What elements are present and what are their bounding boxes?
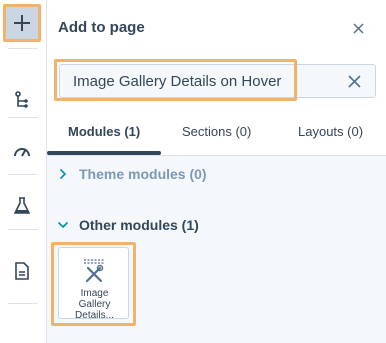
page-icon (15, 262, 29, 280)
add-to-page-panel: Add to page Modules (1) Sections (0) Lay… (47, 0, 386, 343)
tab-bar: Modules (1) Sections (0) Layouts (0) (47, 113, 386, 156)
left-rail (0, 0, 47, 343)
module-card-highlight (51, 242, 136, 326)
rail-divider (8, 48, 38, 49)
panel-title: Add to page (58, 19, 145, 36)
rail-divider (8, 174, 38, 175)
chevron-down-icon (57, 219, 69, 231)
search-highlight (54, 59, 297, 101)
group-label: Theme modules (0) (79, 166, 207, 182)
close-icon (347, 74, 361, 88)
plus-icon (14, 15, 30, 31)
tab-layouts[interactable]: Layouts (0) (298, 124, 363, 139)
tree-icon (15, 91, 28, 108)
modules-list: Theme modules (0) Other modules (1) Imag… (47, 156, 386, 343)
group-label: Other modules (1) (79, 217, 199, 233)
tab-modules[interactable]: Modules (1) (68, 124, 140, 139)
group-other-modules[interactable]: Other modules (1) (57, 217, 199, 233)
active-tab-indicator (47, 151, 161, 155)
group-theme-modules[interactable]: Theme modules (0) (57, 166, 207, 182)
rail-divider (8, 117, 38, 118)
add-button[interactable] (3, 4, 41, 42)
page-settings-button[interactable] (3, 252, 41, 290)
structure-button[interactable] (3, 81, 41, 119)
rail-divider (8, 229, 38, 230)
gauge-icon (14, 148, 30, 157)
rail-divider (8, 303, 38, 304)
test-button[interactable] (3, 187, 41, 225)
chevron-right-icon (57, 168, 69, 180)
close-icon (352, 22, 364, 34)
flask-icon (14, 197, 30, 214)
clear-search-button[interactable] (346, 73, 362, 89)
close-button[interactable] (349, 19, 367, 37)
optimize-button[interactable] (3, 132, 41, 170)
tab-sections[interactable]: Sections (0) (182, 124, 251, 139)
